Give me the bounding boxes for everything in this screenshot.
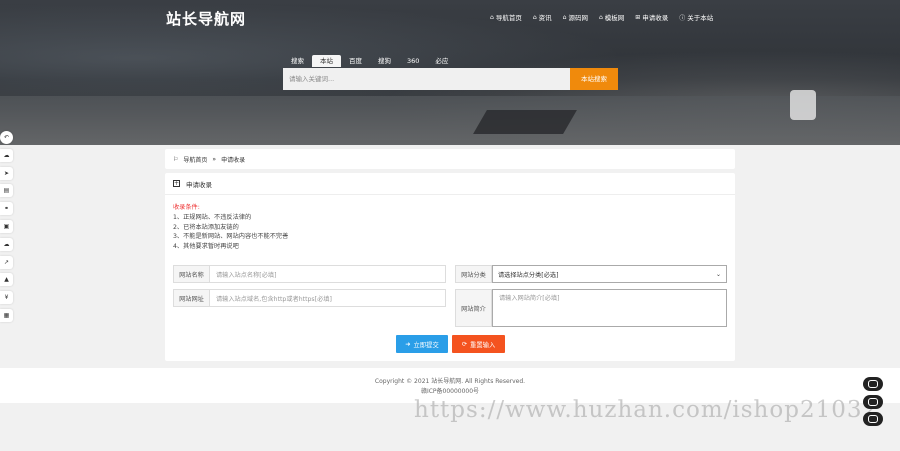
chevron-down-icon: ⌄ [715, 270, 721, 278]
arrow-circle-icon: ➜ [405, 340, 411, 348]
search-engine-tabs: 搜索 本站 百度 搜狗 360 必应 [283, 55, 456, 67]
site-url-input[interactable]: 请输入站点域名,包含http或者https[必填] [210, 290, 445, 306]
share-icon[interactable]: ⚭ [0, 202, 13, 216]
submit-site-panel: + 申请收录 收录条件: 1、正规网站、不违反法律的 2、已将本站添加友链的 3… [165, 173, 735, 361]
graduation-cap-icon[interactable]: ▲ [0, 273, 13, 287]
rules-title: 收录条件: [173, 204, 200, 211]
nav-submit-site[interactable]: ⊞ 申请收录 [635, 12, 669, 23]
home-icon: ⌂ [562, 13, 567, 21]
site-intro-field: 网站简介 请输入网站简介[必填] [455, 289, 727, 327]
nav-label: 资讯 [538, 14, 552, 22]
home-icon: ⌂ [490, 13, 494, 21]
submit-button[interactable]: ➜ 立即提交 [396, 335, 448, 353]
panel-header: + 申请收录 [165, 173, 735, 195]
nav-about[interactable]: ⓘ 关于本站 [679, 12, 713, 22]
nav-home[interactable]: ⌂ 导航首页 [490, 12, 522, 23]
plus-square-icon: ⊞ [635, 13, 641, 21]
home-icon: ⌂ [598, 13, 603, 21]
video-icon[interactable]: ▣ [0, 219, 13, 233]
send-icon[interactable]: ➤ [0, 166, 13, 180]
breadcrumb-home[interactable]: 导航首页 [183, 155, 207, 164]
reset-button[interactable]: ⟳ 重置输入 [452, 335, 505, 353]
nav-label: 申请收录 [642, 14, 669, 22]
site-url-label: 网站网址 [174, 290, 210, 306]
site-name-field: 网站名称 请输入站点名称[必填] [173, 265, 446, 283]
icp-number[interactable]: 赣ICP备00000000号 [0, 387, 900, 397]
home-icon: ⌂ [532, 13, 537, 21]
yen-icon[interactable]: ¥ [0, 291, 13, 305]
watermark-text: https://www.huzhan.com/ishop21032 [414, 397, 879, 423]
site-name-label: 网站名称 [174, 266, 210, 282]
top-navigation: ⌂ 导航首页 ⌂ 资讯 ⌂ 源码网 ⌂ 模板网 ⊞ 申请收录 ⓘ 关于本站 [490, 12, 713, 23]
site-category-field: 网站分类 请选择站点分类[必选] ⌄ [455, 265, 727, 283]
search-tab-label: 搜索 [291, 57, 304, 65]
chart-icon[interactable]: ↗ [0, 255, 13, 269]
breadcrumb-current: 申请收录 [221, 156, 246, 164]
search-tab-sogou[interactable]: 搜狗 [370, 55, 399, 67]
site-category-label: 网站分类 [456, 266, 492, 282]
search-tab-site[interactable]: 本站 [312, 55, 341, 67]
panel-title: 申请收录 [186, 180, 212, 189]
search-input[interactable]: 请输入关键词... [283, 68, 570, 90]
grid-icon[interactable]: ▦ [0, 308, 13, 322]
site-url-field: 网站网址 请输入站点域名,包含http或者https[必填] [173, 289, 446, 307]
search-button[interactable]: 本站搜索 [570, 68, 618, 90]
back-to-top-icon[interactable] [863, 412, 883, 426]
nav-news[interactable]: ⌂ 资讯 [532, 12, 552, 23]
search-tab-bing[interactable]: 必应 [427, 55, 456, 67]
site-intro-label: 网站简介 [456, 290, 492, 326]
info-icon: ⓘ [679, 14, 686, 22]
breadcrumb: ⚐ 导航首页 » 申请收录 [165, 149, 735, 169]
cloud-icon[interactable]: ☁ [0, 148, 13, 162]
site-category-value: 请选择站点分类[必选] [498, 271, 559, 279]
search-tab-baidu[interactable]: 百度 [341, 55, 370, 67]
flag-icon: ⚐ [173, 155, 179, 163]
submit-button-label: 立即提交 [413, 341, 439, 349]
site-intro-textarea[interactable]: 请输入网站简介[必填] [492, 289, 727, 327]
qq-float-icon[interactable] [863, 395, 883, 409]
nav-label: 关于本站 [687, 14, 714, 22]
hero-cup-decoration [790, 90, 816, 120]
nav-templates[interactable]: ⌂ 模板网 [598, 12, 625, 23]
plus-square-icon: + [173, 180, 180, 187]
breadcrumb-separator: » [212, 155, 217, 163]
nav-label: 导航首页 [495, 14, 522, 22]
reset-button-label: 重置输入 [470, 341, 496, 349]
site-category-select[interactable]: 请选择站点分类[必选] ⌄ [492, 265, 727, 283]
cloud-icon[interactable]: ☁ [0, 237, 13, 251]
nav-label: 模板网 [604, 14, 625, 22]
rule-item: 2、已将本站添加友链的 [173, 223, 239, 231]
nav-label: 源码网 [568, 14, 588, 22]
rule-item: 4、其他要求暂时再说吧 [173, 243, 239, 251]
rule-item: 3、不能是新网站、网站内容也不能不完善 [173, 233, 289, 241]
site-name-input[interactable]: 请输入站点名称[必填] [210, 266, 445, 282]
nav-source[interactable]: ⌂ 源码网 [562, 12, 588, 23]
hero-desk-background [0, 96, 900, 145]
wechat-float-icon[interactable] [863, 377, 883, 391]
back-arrow-icon[interactable]: ↶ [0, 131, 13, 144]
left-sidebar: ↶ ☁ ➤ ▤ ⚭ ▣ ☁ ↗ ▲ ¥ ▦ [0, 131, 13, 327]
hero-notebook-decoration [473, 110, 577, 134]
submission-rules: 收录条件: 1、正规网站、不违反法律的 2、已将本站添加友链的 3、不能是新网站… [173, 203, 288, 252]
rule-item: 1、正规网站、不违反法律的 [173, 213, 252, 221]
search-tab-360[interactable]: 360 [399, 55, 427, 67]
file-icon[interactable]: ▤ [0, 184, 13, 198]
copyright-text: Copyright © 2021 站长导航网. All Rights Reser… [374, 378, 526, 385]
refresh-icon: ⟳ [461, 340, 468, 348]
site-logo[interactable]: 站长导航网 [166, 8, 246, 29]
